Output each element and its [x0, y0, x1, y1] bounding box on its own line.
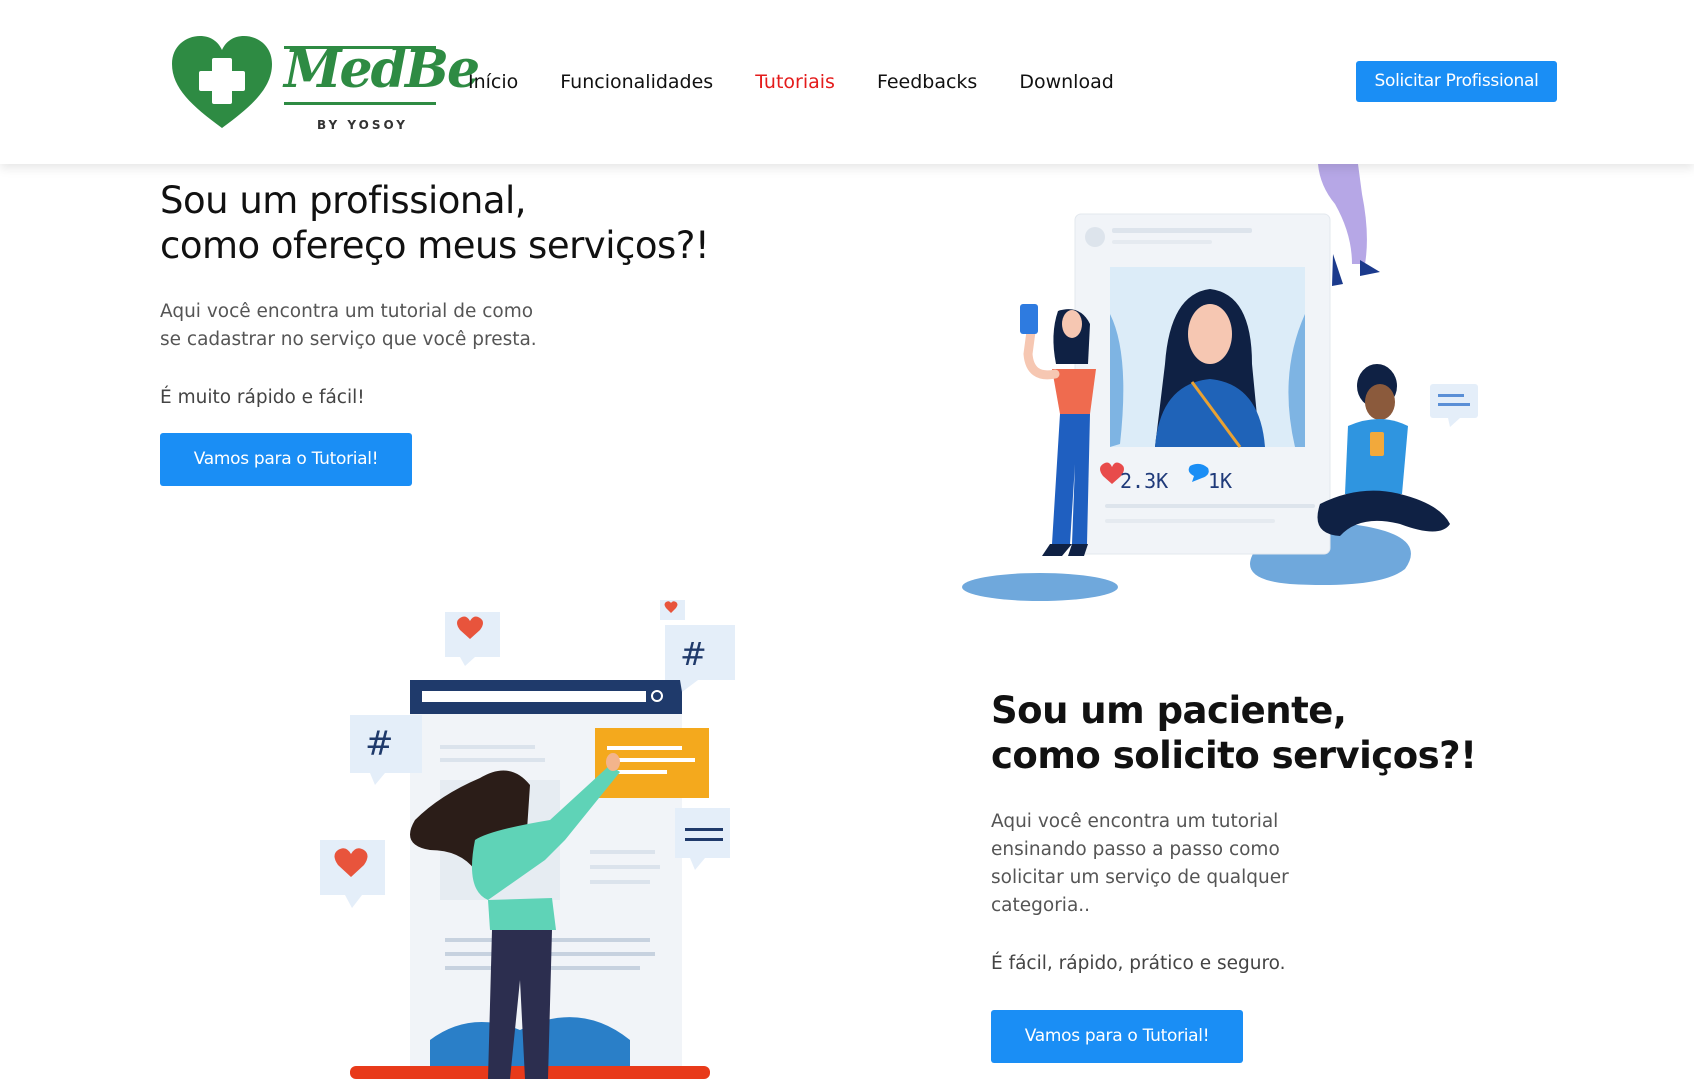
description-line: categoria..	[991, 895, 1091, 916]
heading-line: como ofereço meus serviços?!	[160, 224, 710, 267]
professional-note: É muito rápido e fácil!	[160, 387, 365, 408]
main-nav: Início Funcionalidades Tutoriais Feedbac…	[468, 68, 1156, 96]
description-line: Aqui você encontra um tutorial	[991, 811, 1279, 832]
heading-line: como solicito serviços?!	[991, 734, 1477, 777]
professional-heading: Sou um profissional, como ofereço meus s…	[160, 178, 800, 268]
medbe-logo[interactable]: MedBe BY YOSOY	[172, 36, 480, 136]
professional-description: Aqui você encontra um tutorial de como s…	[160, 298, 580, 354]
logo-wordmark: MedBe	[284, 39, 480, 100]
patient-note: É fácil, rápido, prático e seguro.	[991, 953, 1286, 974]
heading-line: Sou um profissional,	[160, 179, 527, 222]
page: MedBe BY YOSOY Início Funcionalidades Tu…	[0, 0, 1694, 1079]
comments-count: 1K	[1208, 469, 1232, 493]
svg-text:#: #	[680, 635, 707, 673]
nav-download[interactable]: Download	[1019, 68, 1113, 96]
site-header: MedBe BY YOSOY Início Funcionalidades Tu…	[0, 0, 1694, 164]
description-line: ensinando passo a passo como	[991, 839, 1280, 860]
patient-description: Aqui você encontra um tutorial ensinando…	[991, 808, 1321, 920]
heart-cross-icon	[172, 36, 272, 128]
logo-rule	[284, 102, 436, 105]
nav-feedbacks[interactable]: Feedbacks	[877, 68, 977, 96]
nav-tutoriais[interactable]: Tutoriais	[755, 68, 835, 96]
nav-inicio[interactable]: Início	[468, 68, 518, 96]
heading-line: Sou um paciente,	[991, 689, 1347, 732]
solicitar-profissional-button[interactable]: Solicitar Profissional	[1356, 61, 1557, 102]
patient-tutorial-button[interactable]: Vamos para o Tutorial!	[991, 1010, 1243, 1063]
patient-heading: Sou um paciente, como solicito serviços?…	[991, 688, 1551, 778]
svg-text:#: #	[365, 724, 394, 764]
description-line: se cadastrar no serviço que você presta.	[160, 329, 537, 350]
browser-illustration: # #	[320, 600, 735, 1079]
logo-byline: BY YOSOY	[317, 118, 408, 132]
social-post-illustration: 2.3K 1K	[962, 164, 1478, 601]
description-line: solicitar um serviço de qualquer	[991, 867, 1289, 888]
professional-tutorial-button[interactable]: Vamos para o Tutorial!	[160, 433, 412, 486]
description-line: Aqui você encontra um tutorial de como	[160, 301, 534, 322]
likes-count: 2.3K	[1120, 469, 1168, 493]
nav-funcionalidades[interactable]: Funcionalidades	[560, 68, 713, 96]
